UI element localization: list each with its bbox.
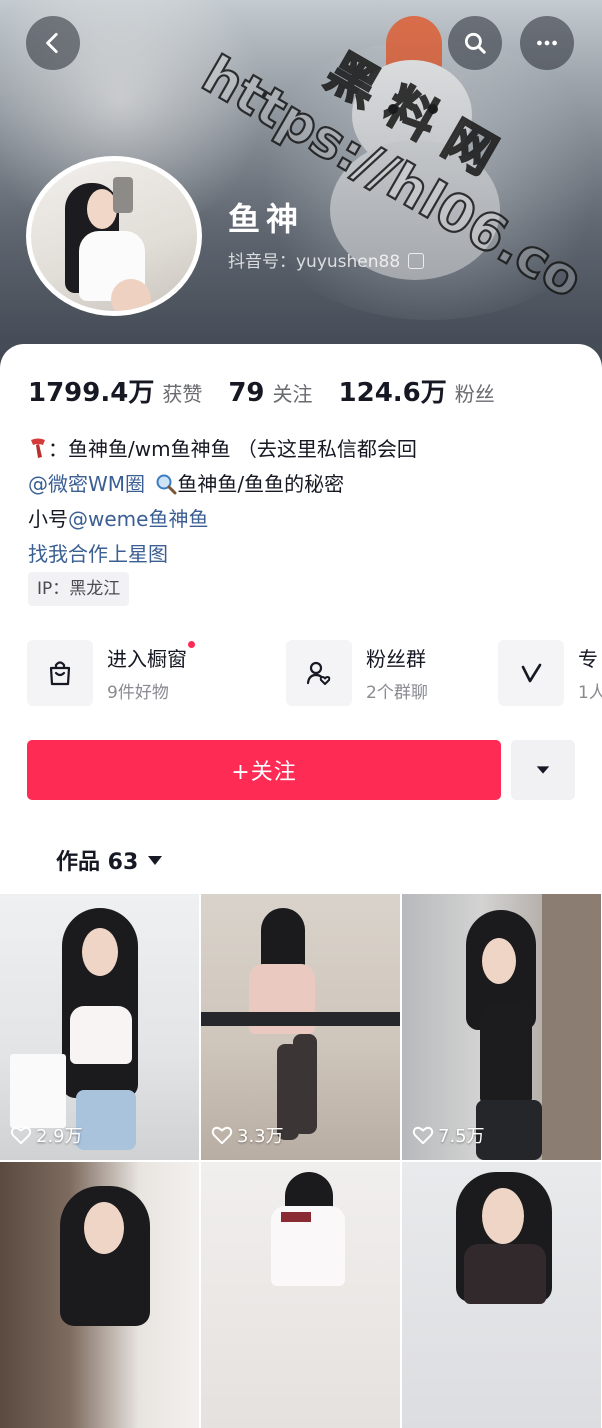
bio-line: @微密WM圈 鱼神鱼/鱼鱼的秘密 <box>28 472 345 496</box>
video-thumbnail[interactable]: 2.9万 <box>0 894 199 1160</box>
fan-group-icon <box>306 661 331 685</box>
third-feature-entry[interactable]: 专 1人 <box>498 640 602 706</box>
fan-group-title: 粉丝群 <box>366 647 426 671</box>
followers-label[interactable]: 粉丝 <box>455 378 495 407</box>
profile-card: 1799.4万 获赞 79 关注 124.6万 粉丝 ：鱼神鱼/wm鱼神鱼 （去… <box>0 344 602 1428</box>
ip-location-tag: IP：黑龙江 <box>28 572 130 606</box>
video-likes: 3.3万 <box>211 1122 284 1148</box>
shopping-bag-icon <box>49 661 71 686</box>
following-count[interactable]: 79 <box>228 378 264 408</box>
douyin-id: 抖音号：yuyushen88 <box>228 252 401 272</box>
more-dots-icon <box>537 40 557 46</box>
scarf-icon <box>31 438 45 458</box>
third-feature-title: 专 <box>578 647 598 671</box>
caret-down-icon <box>536 766 550 774</box>
fan-group-subtitle: 2个群聊 <box>366 683 428 703</box>
stats-row: 1799.4万 获赞 79 关注 124.6万 粉丝 <box>28 372 521 409</box>
likes-count: 1799.4万 <box>28 378 155 408</box>
douyin-id-row[interactable]: 抖音号：yuyushen88 <box>228 247 424 272</box>
shop-window-title: 进入橱窗 <box>107 647 187 671</box>
bio-cooperation-link[interactable]: 找我合作上星图 <box>28 542 168 566</box>
copy-icon[interactable] <box>407 253 424 269</box>
more-options-button[interactable] <box>520 16 574 70</box>
likes-label: 获赞 <box>162 382 203 406</box>
video-thumbnail[interactable]: 3.3万 <box>201 894 400 1160</box>
chevron-left-icon <box>46 32 58 54</box>
video-thumbnail[interactable] <box>201 1162 400 1428</box>
video-likes: 7.5万 <box>412 1122 485 1148</box>
back-button[interactable] <box>26 16 80 70</box>
fan-group-entry[interactable]: 粉丝群 2个群聊 <box>286 640 428 706</box>
follow-button[interactable]: +关注 <box>27 740 501 800</box>
search-button[interactable] <box>448 16 502 70</box>
search-icon <box>464 32 486 54</box>
bio-alt-account-link[interactable]: @weme鱼神鱼 <box>68 507 208 531</box>
bio-mention-link[interactable]: @微密WM圈 <box>28 472 145 496</box>
profile-bio: ：鱼神鱼/wm鱼神鱼 （去这里私信都会回 @微密WM圈 鱼神鱼/鱼鱼的秘密 小号… <box>28 432 588 572</box>
video-likes: 2.9万 <box>10 1122 83 1148</box>
followers-count[interactable]: 124.6万 <box>339 372 447 409</box>
heart-icon <box>211 1126 233 1145</box>
works-tab-label: 作品 63 <box>56 850 139 875</box>
magnifier-icon <box>156 474 177 495</box>
v-logo-icon <box>521 663 542 683</box>
tab-works[interactable]: 作品 63 <box>56 844 163 876</box>
shop-window-subtitle: 9件好物 <box>107 683 169 703</box>
video-thumbnail[interactable]: 7.5万 <box>402 894 601 1160</box>
heart-icon <box>10 1126 32 1145</box>
avatar[interactable] <box>26 156 202 316</box>
notification-dot <box>188 641 195 648</box>
heart-icon <box>412 1126 434 1145</box>
shop-window-entry[interactable]: 进入橱窗 9件好物 <box>27 640 195 706</box>
bio-line: 找我合作上星图 <box>28 537 588 572</box>
recommend-dropdown-button[interactable] <box>511 740 575 800</box>
following-label[interactable]: 关注 <box>273 378 313 407</box>
caret-down-icon <box>148 855 163 865</box>
bio-line: ：鱼神鱼/wm鱼神鱼 （去这里私信都会回 <box>28 432 588 467</box>
video-thumbnail[interactable] <box>402 1162 601 1428</box>
video-thumbnail[interactable] <box>0 1162 199 1428</box>
profile-nickname: 鱼神 <box>228 200 305 238</box>
third-feature-subtitle: 1人 <box>578 683 602 703</box>
bio-line: 小号@weme鱼神鱼 <box>28 507 209 531</box>
